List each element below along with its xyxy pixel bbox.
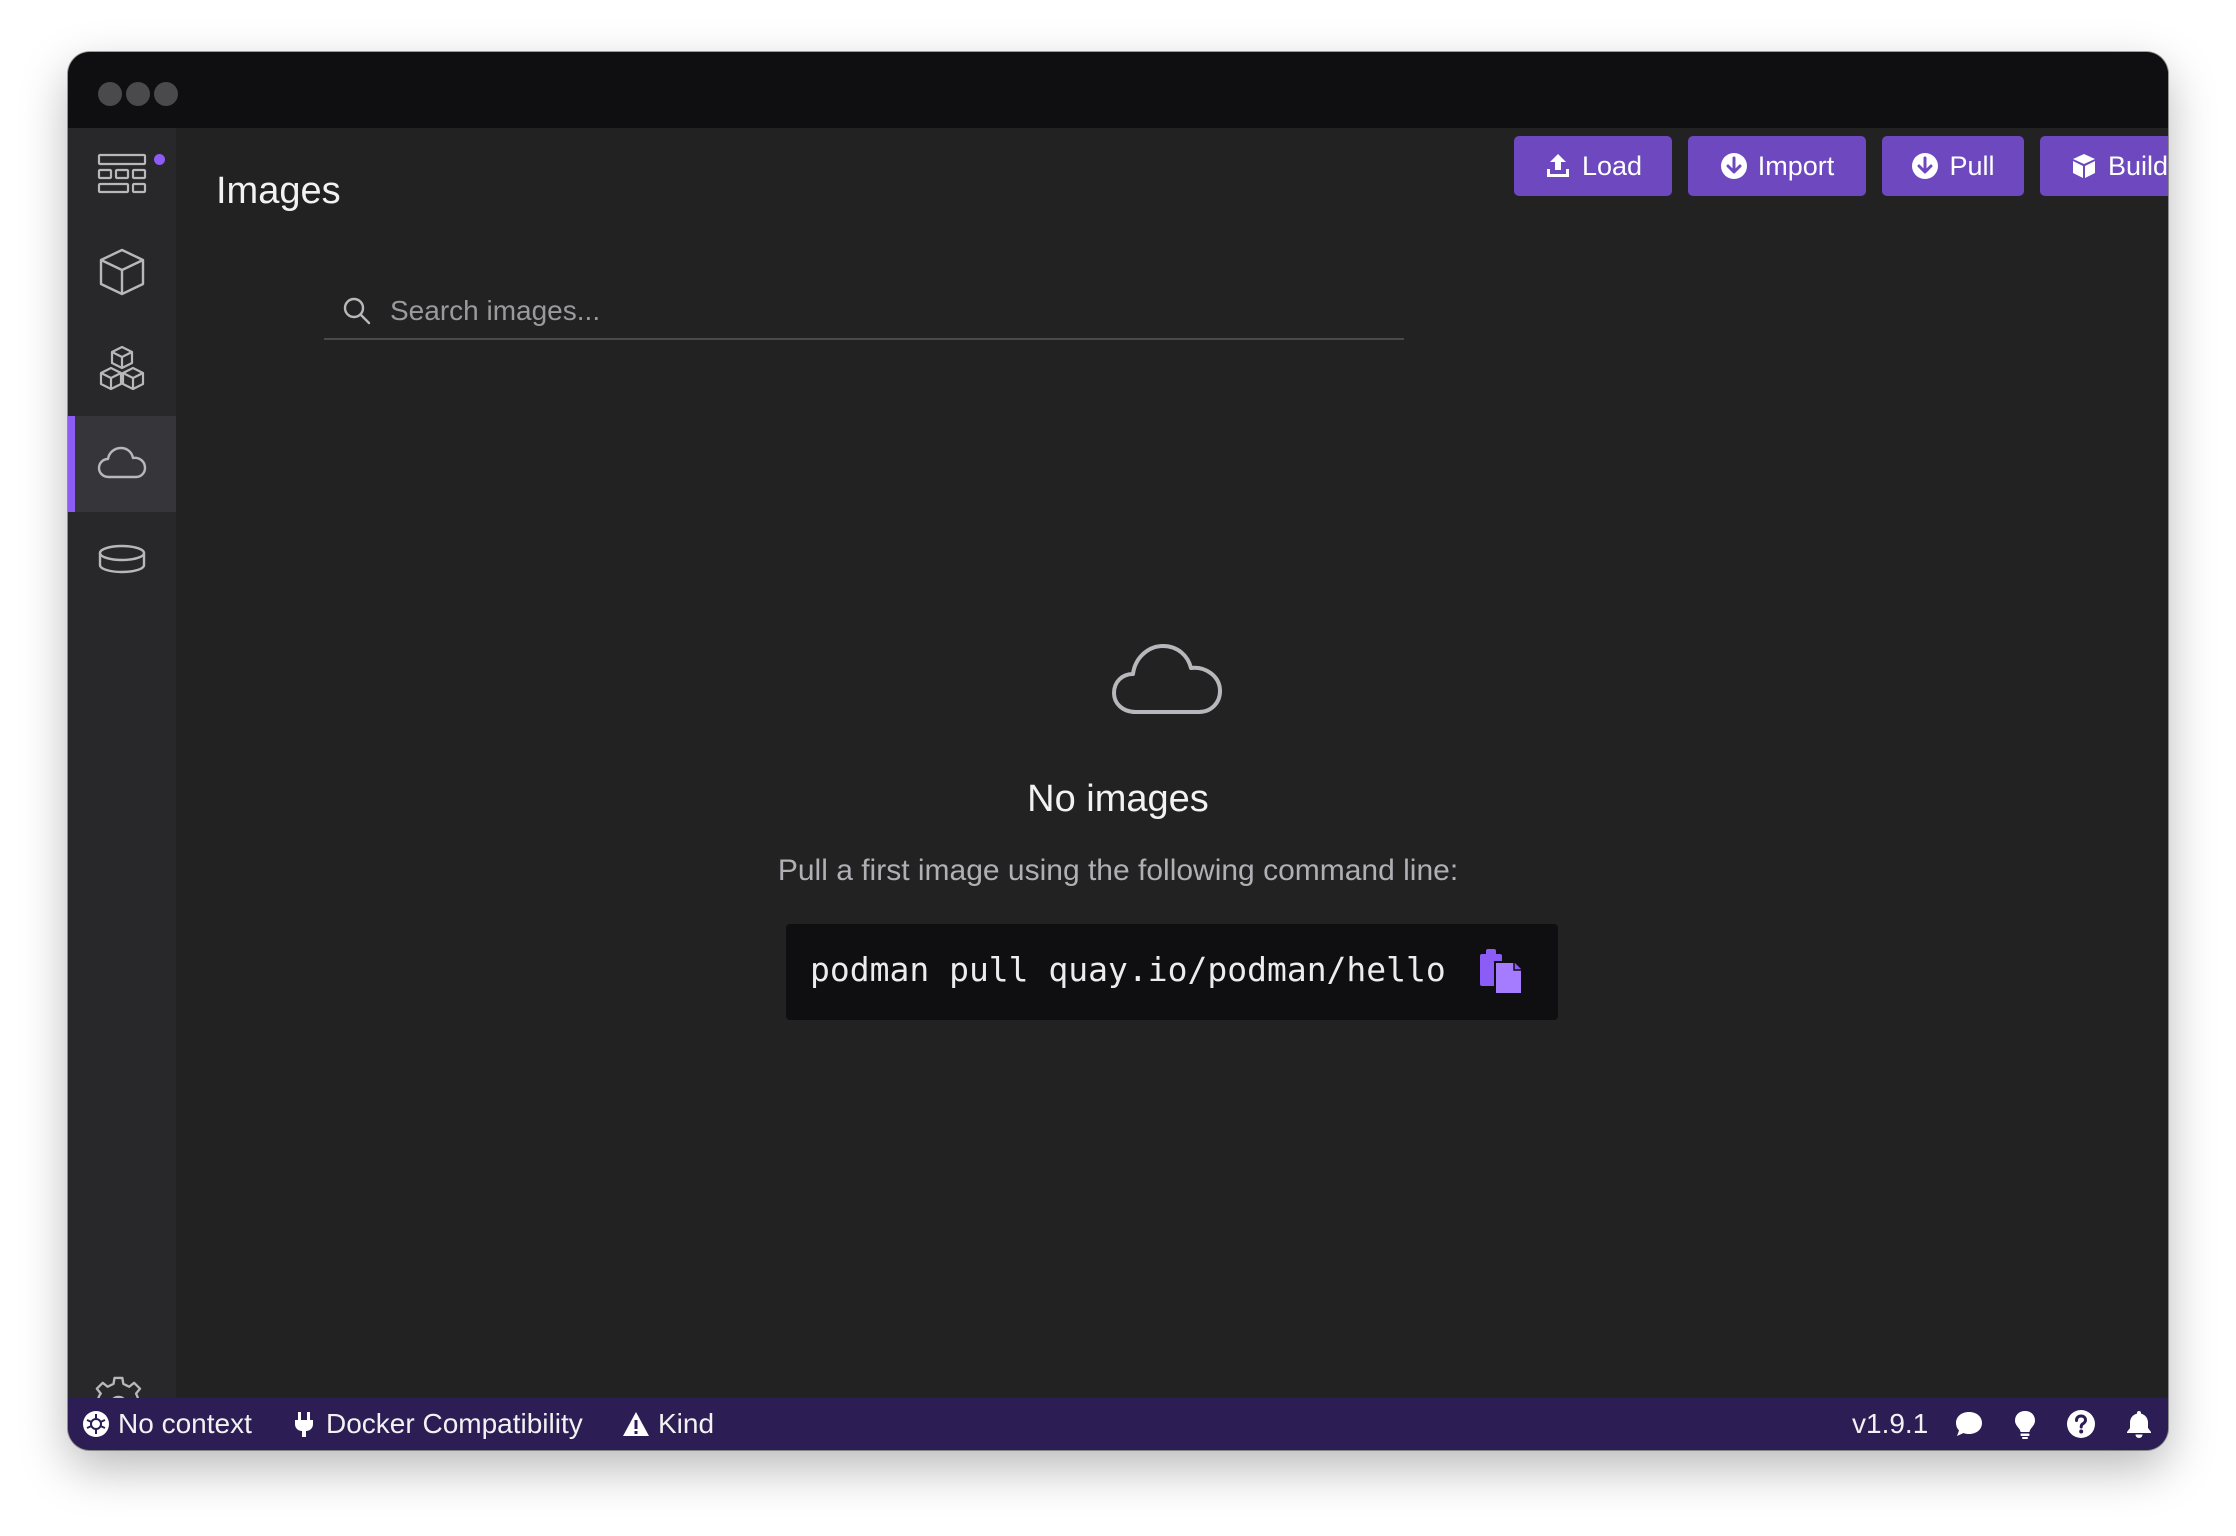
build-button[interactable]: Build (2040, 136, 2168, 196)
pull-button[interactable]: Pull (1882, 136, 2024, 196)
empty-state-title: No images (1027, 778, 1209, 820)
cubes-icon (99, 345, 145, 391)
status-docker-compatibility[interactable]: Docker Compatibility (290, 1398, 583, 1450)
chat-icon[interactable] (1954, 1409, 1984, 1439)
pull-button-label: Pull (1949, 150, 1995, 181)
search-input[interactable] (388, 288, 1372, 334)
status-docker-label: Docker Compatibility (326, 1408, 583, 1439)
status-kind[interactable]: Kind (622, 1398, 714, 1450)
cloud-icon (97, 446, 147, 479)
search-bar[interactable] (324, 284, 1404, 340)
sidebar-item-dashboard[interactable] (68, 128, 176, 224)
import-button-label: Import (1757, 150, 1835, 181)
bell-icon[interactable] (2124, 1409, 2154, 1439)
main-content: Images (176, 128, 2168, 1398)
kubernetes-icon (83, 1411, 109, 1437)
cube-icon (2072, 154, 2095, 178)
maximize-window-button[interactable] (154, 82, 178, 106)
app-window: Images Load Import Pull (68, 52, 2168, 1450)
sidebar-item-pods[interactable] (68, 320, 176, 416)
page-title: Images (216, 170, 341, 212)
notification-dot (154, 154, 165, 165)
volume-icon (98, 544, 146, 574)
status-version-label: v1.9.1 (1852, 1408, 1929, 1439)
load-button-label: Load (1581, 150, 1643, 181)
close-window-button[interactable] (98, 82, 122, 106)
import-button[interactable]: Import (1688, 136, 1866, 196)
dashboard-icon (97, 153, 147, 194)
help-icon[interactable] (2066, 1409, 2096, 1439)
status-bar: No context Docker Compatibility Kind v1.… (68, 1398, 2168, 1450)
title-bar (68, 52, 2168, 128)
search-icon (343, 297, 371, 325)
status-context[interactable]: No context (82, 1398, 252, 1450)
plug-icon (295, 1412, 313, 1437)
copy-icon[interactable] (1478, 948, 1524, 996)
load-button[interactable]: Load (1514, 136, 1672, 196)
status-context-label: No context (118, 1408, 252, 1439)
status-kind-label: Kind (658, 1408, 715, 1439)
cube-icon (99, 248, 145, 296)
build-button-label: Build (2107, 150, 2168, 181)
sidebar-item-volumes[interactable] (68, 512, 176, 608)
empty-state-message: Pull a first image using the following c… (777, 854, 1459, 887)
upload-icon (1546, 154, 1569, 177)
sidebar (68, 128, 176, 1433)
sidebar-item-containers[interactable] (68, 224, 176, 320)
status-version[interactable]: v1.9.1 (1852, 1398, 1928, 1450)
warning-icon (623, 1412, 649, 1436)
sidebar-item-images[interactable] (68, 416, 176, 512)
cloud-icon (1112, 644, 1222, 714)
command-block: podman pull quay.io/podman/hello (786, 924, 1558, 1020)
lightbulb-icon[interactable] (2010, 1409, 2040, 1439)
download-circle-icon (1912, 153, 1939, 179)
minimize-window-button[interactable] (126, 82, 150, 106)
download-circle-icon (1720, 153, 1747, 179)
command-text: podman pull quay.io/podman/hello (810, 950, 1446, 989)
